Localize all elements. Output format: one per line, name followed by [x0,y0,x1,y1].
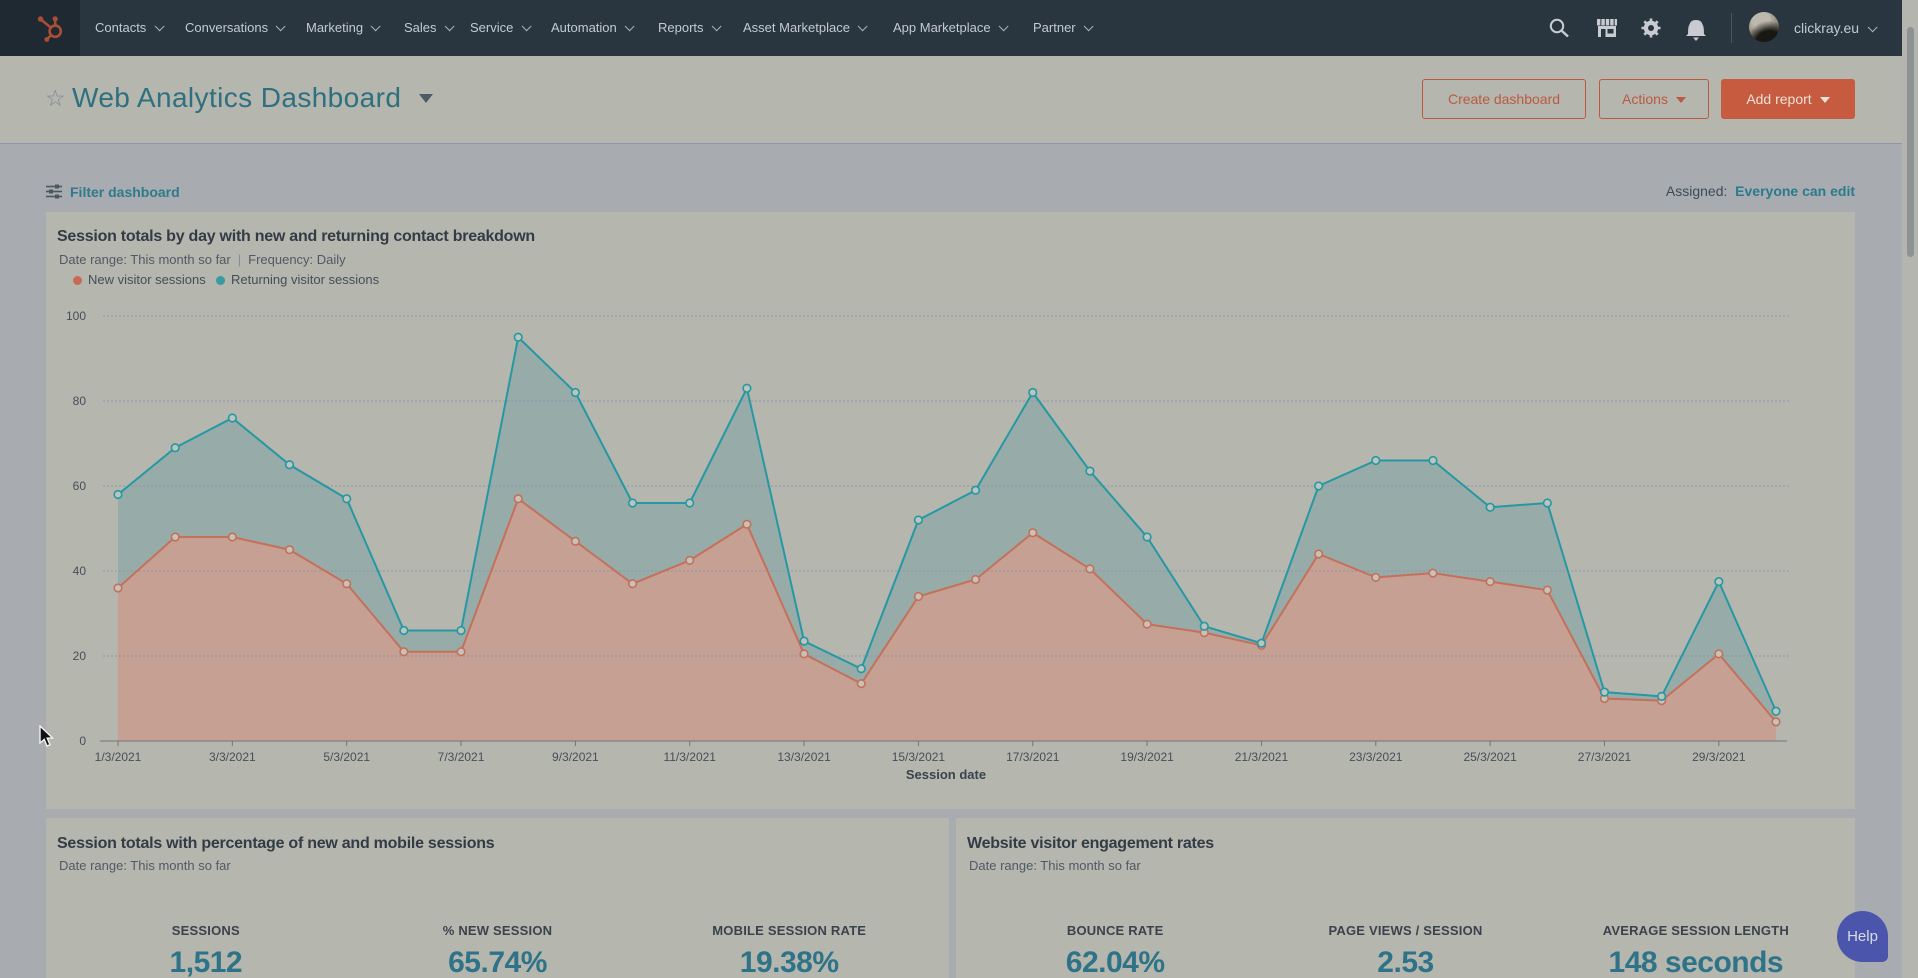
svg-text:3/3/2021: 3/3/2021 [209,750,256,764]
svg-text:13/3/2021: 13/3/2021 [777,750,831,764]
svg-text:27/3/2021: 27/3/2021 [1578,750,1632,764]
svg-text:40: 40 [73,564,87,578]
svg-text:19/3/2021: 19/3/2021 [1120,750,1174,764]
svg-text:23/3/2021: 23/3/2021 [1349,750,1403,764]
svg-text:80: 80 [73,394,87,408]
svg-text:9/3/2021: 9/3/2021 [552,750,599,764]
svg-text:25/3/2021: 25/3/2021 [1463,750,1517,764]
svg-text:15/3/2021: 15/3/2021 [892,750,946,764]
svg-text:29/3/2021: 29/3/2021 [1692,750,1746,764]
svg-text:60: 60 [73,479,87,493]
svg-text:7/3/2021: 7/3/2021 [438,750,485,764]
svg-text:0: 0 [79,734,86,748]
svg-text:11/3/2021: 11/3/2021 [663,750,716,764]
svg-text:17/3/2021: 17/3/2021 [1006,750,1060,764]
svg-text:21/3/2021: 21/3/2021 [1235,750,1289,764]
svg-text:1/3/2021: 1/3/2021 [95,750,142,764]
svg-text:100: 100 [66,309,86,323]
svg-text:20: 20 [73,649,87,663]
svg-text:5/3/2021: 5/3/2021 [323,750,370,764]
svg-text:Session date: Session date [906,767,986,782]
